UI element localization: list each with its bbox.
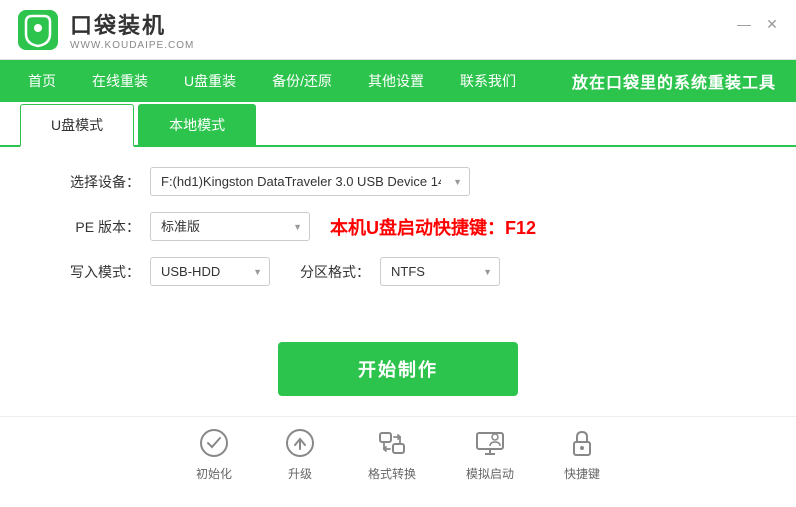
toolbar-label-convert: 格式转换 (368, 465, 416, 482)
partition-select-wrapper: NTFS FAT32 (380, 257, 500, 286)
nav-bar: 首页 在线重装 U盘重装 备份/还原 其他设置 联系我们 放在口袋里的系统重装工… (0, 60, 796, 102)
device-select-wrapper: F:(hd1)Kingston DataTraveler 3.0 USB Dev… (150, 167, 470, 196)
write-row: 写入模式： USB-HDD USB-ZIP 分区格式： NTFS FAT32 (60, 257, 736, 286)
device-row: 选择设备： F:(hd1)Kingston DataTraveler 3.0 U… (60, 167, 736, 196)
pe-select[interactable]: 标准版 高级版 (150, 212, 310, 241)
write-label: 写入模式： (60, 262, 140, 282)
lock-icon (564, 425, 600, 461)
nav-item-usb[interactable]: U盘重装 (166, 60, 254, 102)
pe-hint-text: 本机U盘启动快捷键： (330, 218, 505, 238)
logo-text: 口袋装机 WWW.KOUDAIPE.COM (70, 8, 194, 51)
toolbar-label-simulate: 模拟启动 (466, 465, 514, 482)
toolbar-item-shortcut[interactable]: 快捷键 (564, 425, 600, 482)
pe-hint-key: F12 (505, 218, 536, 238)
upload-circle-icon (282, 425, 318, 461)
person-screen-icon (472, 425, 508, 461)
toolbar-item-upgrade[interactable]: 升级 (282, 425, 318, 482)
toolbar-label-upgrade: 升级 (288, 465, 312, 482)
partition-select[interactable]: NTFS FAT32 (380, 257, 500, 286)
toolbar-label-shortcut: 快捷键 (564, 465, 600, 482)
nav-item-home[interactable]: 首页 (10, 60, 74, 102)
logo-area: 口袋装机 WWW.KOUDAIPE.COM (16, 8, 194, 52)
device-label: 选择设备： (60, 172, 140, 192)
convert-icon (374, 425, 410, 461)
title-bar: 口袋装机 WWW.KOUDAIPE.COM — ✕ (0, 0, 796, 60)
toolbar-item-simulate[interactable]: 模拟启动 (466, 425, 514, 482)
nav-item-contact[interactable]: 联系我们 (442, 60, 534, 102)
check-circle-icon (196, 425, 232, 461)
toolbar-item-convert[interactable]: 格式转换 (368, 425, 416, 482)
form-area: 选择设备： F:(hd1)Kingston DataTraveler 3.0 U… (0, 147, 796, 322)
nav-item-backup[interactable]: 备份/还原 (254, 60, 350, 102)
close-button[interactable]: ✕ (764, 16, 780, 33)
app-name: 口袋装机 (70, 8, 194, 40)
write-select-wrapper: USB-HDD USB-ZIP (150, 257, 270, 286)
device-select[interactable]: F:(hd1)Kingston DataTraveler 3.0 USB Dev… (150, 167, 470, 196)
pe-row: PE 版本： 标准版 高级版 本机U盘启动快捷键：F12 (60, 212, 736, 241)
app-subtitle: WWW.KOUDAIPE.COM (70, 40, 194, 51)
pe-select-wrapper: 标准版 高级版 (150, 212, 310, 241)
minimize-button[interactable]: — (736, 16, 752, 33)
pe-hint: 本机U盘启动快捷键：F12 (330, 214, 536, 240)
start-button[interactable]: 开始制作 (278, 342, 518, 396)
logo-icon (16, 8, 60, 52)
window-controls: — ✕ (736, 16, 780, 33)
partition-label: 分区格式： (290, 262, 370, 282)
toolbar-item-init[interactable]: 初始化 (196, 425, 232, 482)
write-select[interactable]: USB-HDD USB-ZIP (150, 257, 270, 286)
tab-row: U盘模式 本地模式 (0, 102, 796, 147)
nav-item-online[interactable]: 在线重装 (74, 60, 166, 102)
tab-usb-mode[interactable]: U盘模式 (20, 104, 134, 147)
toolbar-label-init: 初始化 (196, 465, 232, 482)
bottom-toolbar: 初始化 升级 (0, 416, 796, 492)
nav-item-settings[interactable]: 其他设置 (350, 60, 442, 102)
nav-tagline: 放在口袋里的系统重装工具 (572, 69, 776, 93)
tab-local-mode[interactable]: 本地模式 (138, 104, 256, 147)
pe-label: PE 版本： (60, 217, 140, 237)
main-content: U盘模式 本地模式 选择设备： F:(hd1)Kingston DataTrav… (0, 102, 796, 507)
